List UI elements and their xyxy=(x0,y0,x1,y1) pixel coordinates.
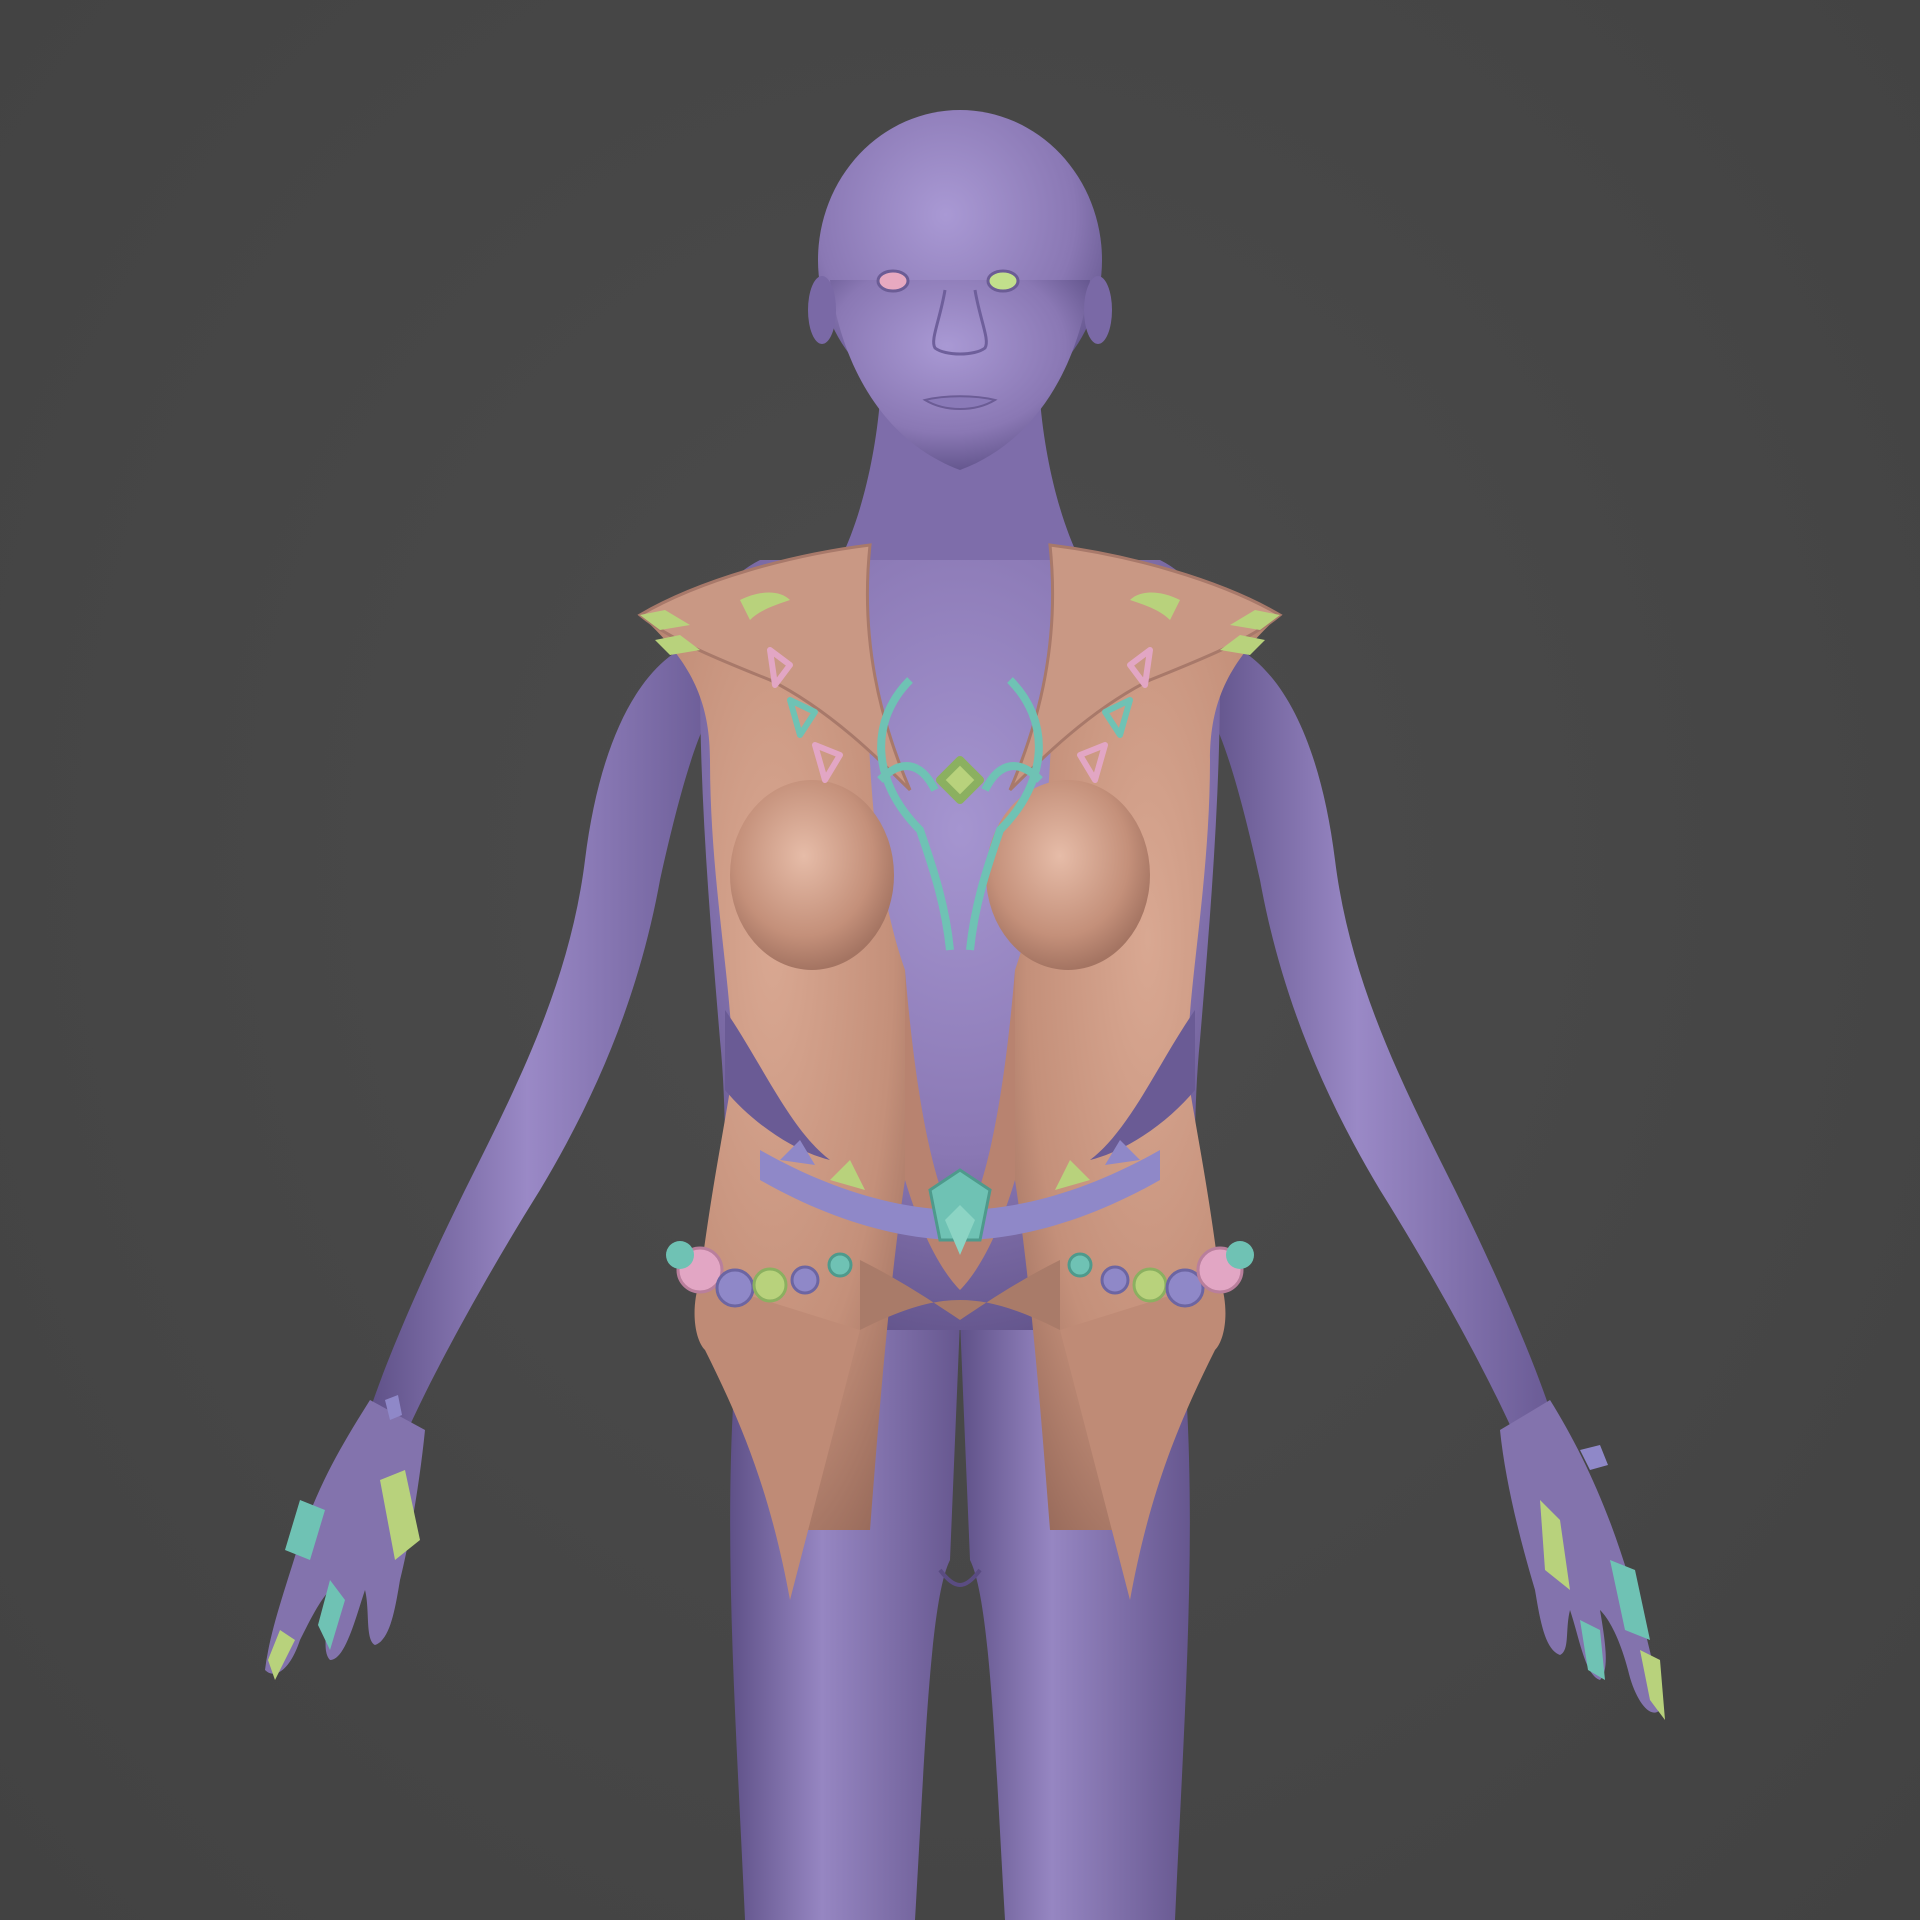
character-render xyxy=(265,110,1665,1920)
right-eye-icon xyxy=(986,269,1020,293)
head xyxy=(808,110,1112,560)
left-arm xyxy=(265,640,720,1674)
render-viewport xyxy=(0,0,1920,1920)
right-arm xyxy=(1200,640,1660,1713)
left-eye-icon xyxy=(876,269,910,293)
